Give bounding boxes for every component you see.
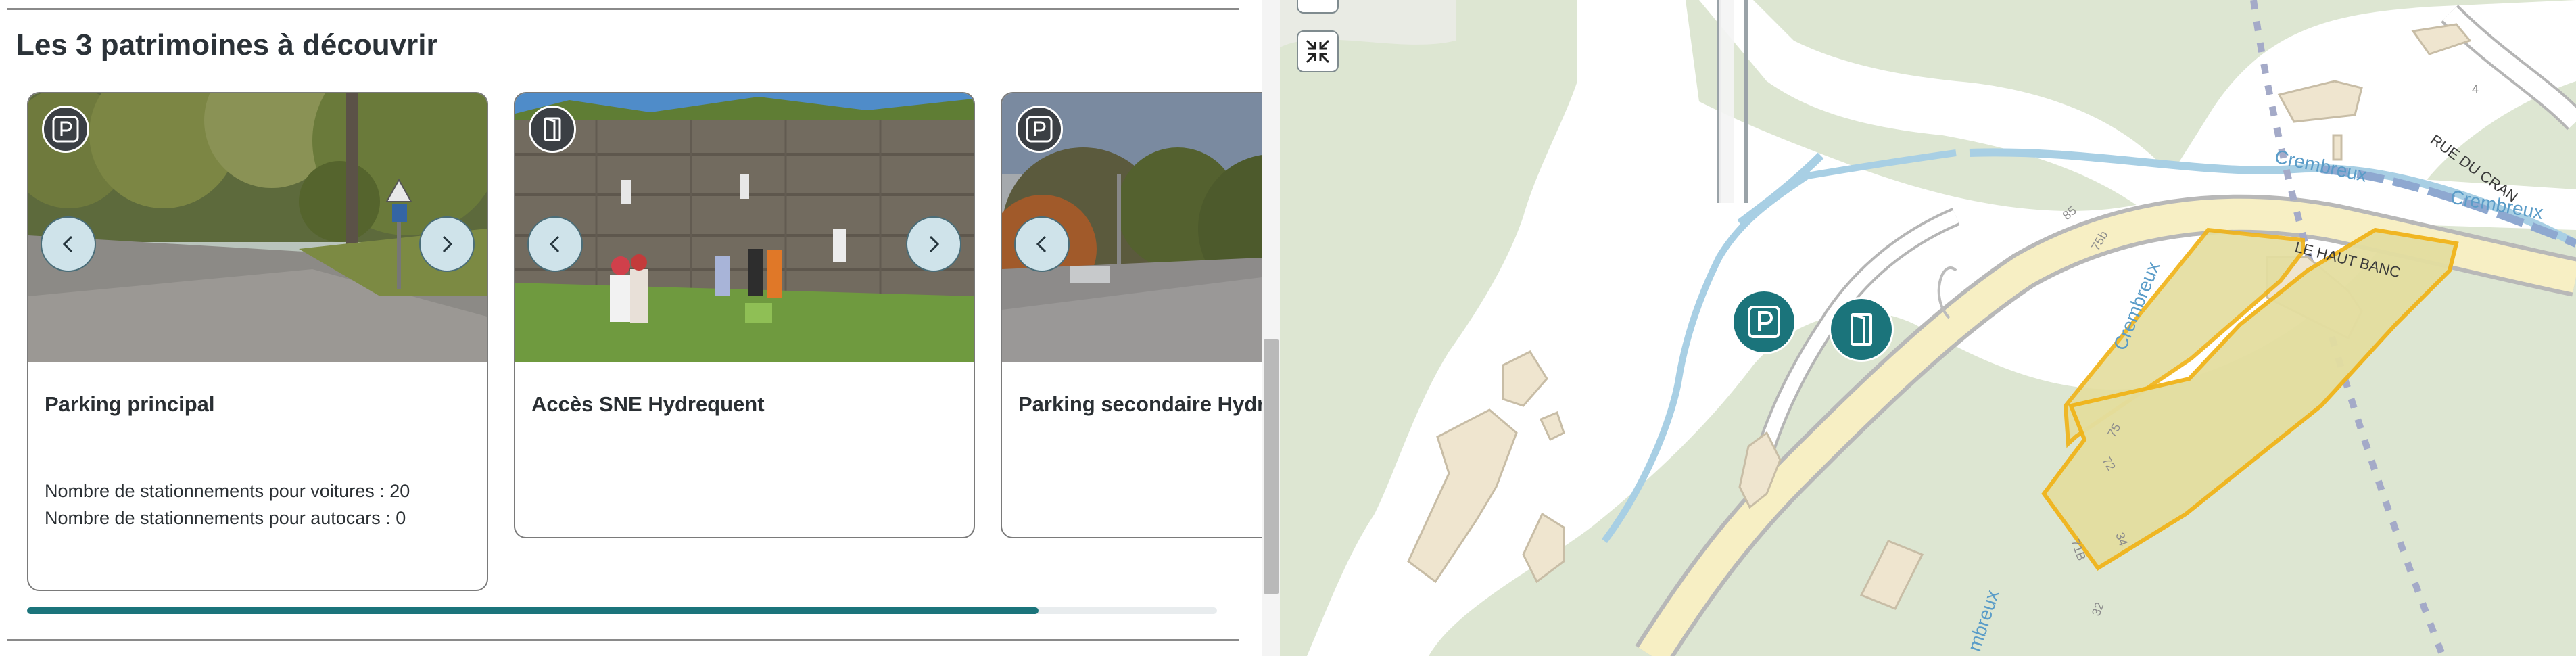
map-marker-access[interactable]: [1829, 297, 1894, 362]
card-photo: [1002, 93, 1262, 362]
card-title: Accès SNE Hydrequent: [531, 392, 765, 416]
section-title: Les 3 patrimoines à découvrir: [16, 28, 438, 62]
top-divider: [7, 8, 1239, 10]
previous-photo-button[interactable]: [41, 216, 96, 272]
next-photo-button[interactable]: [419, 216, 475, 272]
card-detail-line: Nombre de stationnements pour autocars :…: [45, 508, 406, 528]
panel-scrollbar[interactable]: [1262, 0, 1280, 656]
door-icon: [1851, 313, 1872, 346]
heritage-card-parking-principal[interactable]: Parking principal Nombre de stationnemen…: [27, 92, 488, 591]
parking-icon: [42, 106, 89, 153]
parking-icon: [1748, 306, 1780, 338]
next-photo-button[interactable]: [906, 216, 961, 272]
collapse-icon: [1306, 39, 1330, 64]
carousel-progress-fill: [27, 607, 1039, 614]
map-control-button[interactable]: [1297, 0, 1339, 14]
card-details: Nombre de stationnements pour voitures :…: [45, 477, 410, 532]
heritage-carousel[interactable]: Parking principal Nombre de stationnemen…: [27, 92, 1262, 606]
collapse-map-button[interactable]: [1297, 30, 1339, 72]
map-view[interactable]: Crembreux Crembreux Crembreux mbreux LE …: [1280, 0, 2576, 656]
previous-photo-button[interactable]: [1014, 216, 1070, 272]
card-photo: [515, 93, 974, 362]
card-title: Parking principal: [45, 392, 215, 416]
map-marker-parking[interactable]: [1732, 289, 1796, 354]
door-icon: [529, 106, 576, 153]
map-label-number: 4: [2472, 83, 2479, 96]
scrollbar-thumb[interactable]: [1264, 339, 1279, 594]
card-photo: [28, 93, 487, 362]
heritage-panel: Les 3 patrimoines à découvrir Parking pr…: [0, 0, 1262, 656]
card-title: Parking secondaire Hydrequent: [1018, 392, 1262, 416]
heritage-card-parking-secondaire[interactable]: Parking secondaire Hydrequent: [1001, 92, 1262, 538]
parking-icon: [1016, 106, 1063, 153]
previous-photo-button[interactable]: [527, 216, 583, 272]
card-detail-line: Nombre de stationnements pour voitures :…: [45, 481, 410, 501]
bottom-divider: [7, 639, 1239, 641]
heritage-card-acces-sne[interactable]: Accès SNE Hydrequent: [514, 92, 975, 538]
carousel-progress: [27, 607, 1217, 614]
